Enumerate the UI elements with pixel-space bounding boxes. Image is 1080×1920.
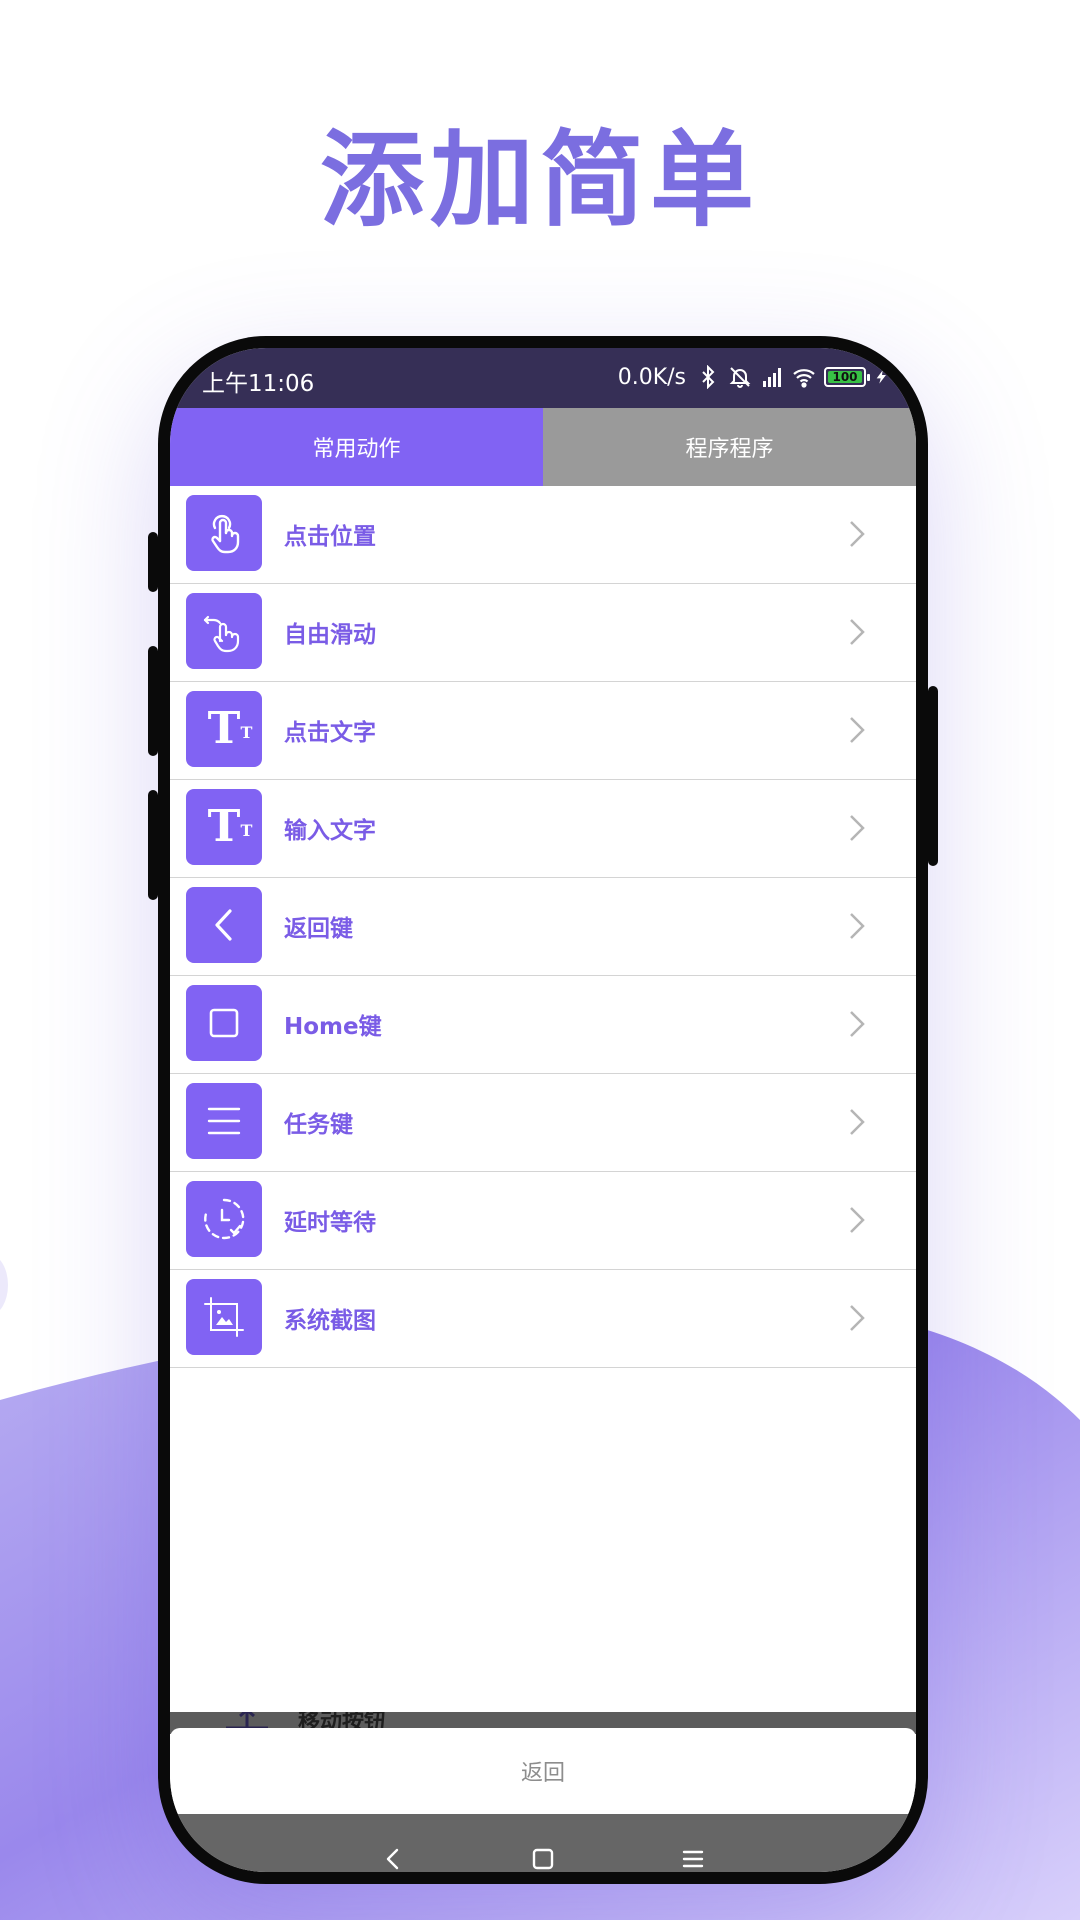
tab-programs[interactable]: 程序程序 [543,408,916,486]
tab-common-actions[interactable]: 常用动作 [170,408,543,486]
phone-side-button [148,790,158,900]
swipe-icon [186,593,262,669]
list-item[interactable]: 返回键 [170,878,916,976]
back-button-label: 返回 [520,1761,565,1786]
text-icon: TT [186,789,262,865]
status-icons: 0.0K/s 100 [618,362,890,392]
timer-icon [186,1181,262,1257]
list-item-label: 点击位置 [284,524,376,550]
nav-menu-icon[interactable] [677,1843,709,1872]
chevron-right-icon [850,913,865,939]
list-item-label: 自由滑动 [284,622,376,648]
screenshot-icon [186,1279,262,1355]
list-item-label: 返回键 [284,916,353,942]
home-icon [186,985,262,1061]
battery-level: 100 [828,371,862,383]
tab-bar: 常用动作 程序程序 [170,408,916,486]
phone-side-button [148,532,158,592]
list-item-label: 输入文字 [284,818,376,844]
chevron-right-icon [850,1207,865,1233]
list-item-label: 延时等待 [284,1210,376,1236]
bluetooth-icon [702,365,715,389]
list-item[interactable]: Home键 [170,976,916,1074]
chevron-right-icon [850,521,865,547]
nav-back-icon[interactable] [377,1843,409,1872]
list-item[interactable]: 延时等待 [170,1172,916,1270]
phone-frame: 上午11:06 0.0K/s 100 常用动作 程序程序 点击位置 自由滑动 T… [148,336,938,1884]
list-item-label: Home键 [284,1014,382,1040]
action-list: 点击位置 自由滑动 TT 点击文字 T T 输入文字 返回键 Home键 任务键… [170,486,916,1368]
text-icon: TT [186,691,262,767]
back-button[interactable]: 返回 [170,1728,916,1814]
phone-side-button [928,686,938,866]
list-item-label: 系统截图 [284,1308,376,1334]
chevron-right-icon [850,1305,865,1331]
signal-icon [763,368,781,387]
list-item[interactable]: 系统截图 [170,1270,916,1368]
wifi-icon [793,369,815,388]
chevron-right-icon [850,619,865,645]
back-icon [186,887,262,963]
net-speed: 0.0K/s [617,364,686,390]
chevron-right-icon [850,717,865,743]
list-item[interactable]: 点击位置 [170,486,916,584]
tap-icon [186,495,262,571]
list-item[interactable]: TT 点击文字 [170,682,916,780]
charging-icon [876,370,886,384]
list-item-label: 任务键 [284,1112,353,1138]
list-item-label: 点击文字 [284,720,376,746]
chevron-right-icon [850,1011,865,1037]
page-headline: 添加简单 [319,119,760,241]
list-item[interactable]: TT 输入文字 [170,780,916,878]
status-time: 上午11:06 [202,371,315,397]
mute-icon [729,367,751,388]
menu-icon [186,1083,262,1159]
chevron-right-icon [850,1109,865,1135]
chevron-right-icon [850,815,865,841]
phone-side-button [148,646,158,756]
list-item[interactable]: 自由滑动 [170,584,916,682]
list-item[interactable]: 任务键 [170,1074,916,1172]
status-bar: 上午11:06 0.0K/s 100 [170,348,916,408]
phone-screen: 上午11:06 0.0K/s 100 常用动作 程序程序 点击位置 自由滑动 T… [170,348,916,1872]
nav-home-icon[interactable] [527,1843,559,1872]
battery-icon: 100 [824,367,870,387]
navigation-bar [170,1814,916,1872]
